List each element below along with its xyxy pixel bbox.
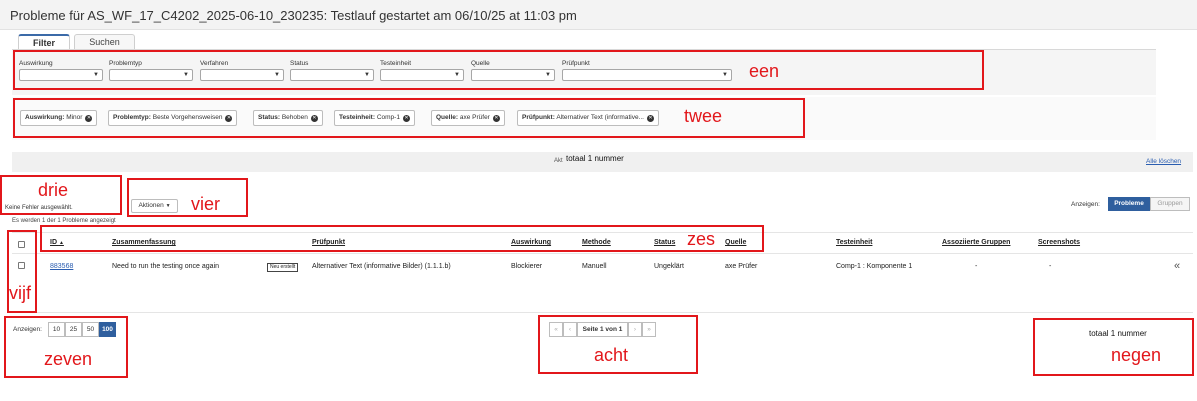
issue-source: axe Prüfer	[725, 263, 758, 270]
tab-search[interactable]: Suchen	[74, 34, 135, 50]
clear-all-link[interactable]: Alle löschen	[1146, 158, 1181, 165]
column-header-test-unit[interactable]: Testeinheit	[836, 239, 872, 246]
summary-total: totaal 1 nummer	[566, 154, 624, 163]
issue-summary: Need to run the testing once again	[112, 263, 220, 270]
annotation-label-drie: drie	[38, 180, 69, 200]
issue-id-link[interactable]: 883568	[50, 263, 73, 270]
issue-groups: -	[975, 263, 978, 270]
issue-checkpoint: Alternativer Text (informative Bilder) (…	[312, 263, 451, 270]
tab-filter[interactable]: Filter	[18, 34, 70, 50]
annotation-label-zeven: zeven	[44, 349, 93, 369]
annotation-label-twee: twee	[684, 106, 723, 126]
issue-screenshots: -	[1049, 263, 1052, 270]
status-badge: Neu erstellt	[267, 263, 299, 272]
issue-status: Ungeklärt	[654, 263, 684, 270]
annotation-box-een	[13, 50, 984, 90]
showing-count: Es werden 1 der 1 Probleme angezeigt	[12, 218, 116, 224]
annotation-label-vijf: vijf	[9, 283, 31, 303]
annotation-label-negen: negen	[1111, 345, 1162, 365]
issue-method: Manuell	[582, 263, 607, 270]
column-header-groups[interactable]: Assoziierte Gruppen	[942, 239, 1010, 246]
view-problems-button[interactable]: Probleme	[1108, 197, 1150, 211]
column-header-screenshots[interactable]: Screenshots	[1038, 239, 1080, 246]
issue-impact: Blockierer	[511, 263, 543, 270]
summary-prefix: Akt	[554, 158, 563, 164]
expand-row-icon[interactable]: «	[1174, 260, 1180, 272]
annotation-box-zes	[40, 225, 764, 252]
annotation-box-vier	[127, 178, 248, 217]
annotation-label-acht: acht	[594, 345, 629, 365]
table-bottom-border	[12, 312, 1193, 313]
view-label: Anzeigen:	[1071, 201, 1100, 208]
page-title: Probleme für AS_WF_17_C4202_2025-06-10_2…	[10, 8, 577, 23]
annotation-label-een: een	[749, 61, 780, 81]
issue-test-unit: Comp-1 : Komponente 1	[836, 263, 913, 270]
view-groups-button[interactable]: Gruppen	[1150, 197, 1190, 211]
annotation-label-zes: zes	[687, 229, 716, 249]
annotation-label-vier: vier	[191, 194, 221, 214]
